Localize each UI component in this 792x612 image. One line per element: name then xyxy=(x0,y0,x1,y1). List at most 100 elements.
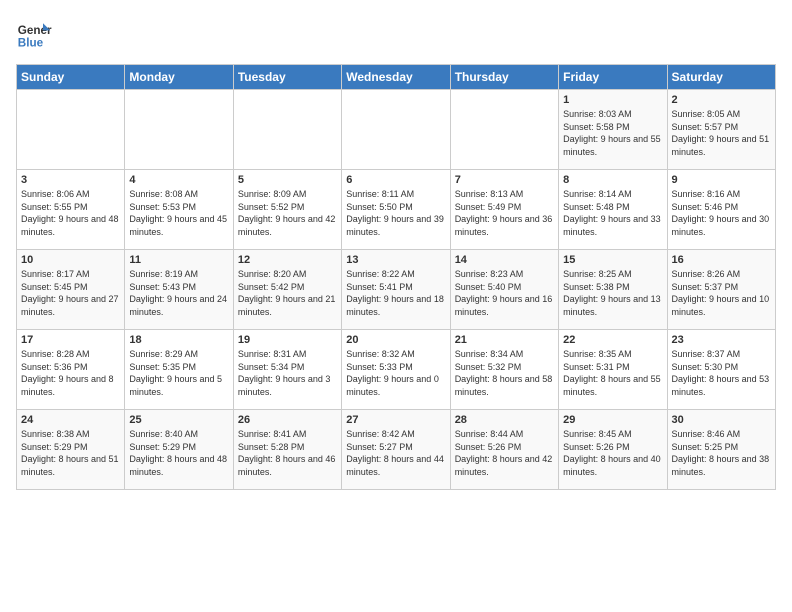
day-number: 26 xyxy=(238,414,337,426)
day-number: 25 xyxy=(129,414,228,426)
calendar-cell: 15Sunrise: 8:25 AM Sunset: 5:38 PM Dayli… xyxy=(559,250,667,330)
page-header: General Blue xyxy=(16,16,776,52)
cell-info: Sunrise: 8:37 AM Sunset: 5:30 PM Dayligh… xyxy=(672,348,771,398)
day-number: 20 xyxy=(346,334,445,346)
weekday-header: Monday xyxy=(125,65,233,90)
calendar-cell: 5 Sunrise: 8:09 AM Sunset: 5:52 PM Daylig… xyxy=(233,170,341,250)
day-number: 12 xyxy=(238,254,337,266)
cell-info: Sunrise: 8:22 AM Sunset: 5:41 PM Dayligh… xyxy=(346,268,445,318)
weekday-header: Thursday xyxy=(450,65,558,90)
calendar-cell: 4 Sunrise: 8:08 AM Sunset: 5:53 PM Daylig… xyxy=(125,170,233,250)
weekday-header: Sunday xyxy=(17,65,125,90)
cell-info: Sunrise: 8:16 AM Sunset: 5:46 PM Dayligh… xyxy=(672,188,771,238)
calendar-cell: 13 Sunrise: 8:22 AM Sunset: 5:41 PM Dayli… xyxy=(342,250,450,330)
day-number: 17 xyxy=(21,334,120,346)
day-number: 30 xyxy=(672,414,771,426)
day-number: 18 xyxy=(129,334,228,346)
logo: General Blue xyxy=(16,16,52,52)
day-number: 22 xyxy=(563,334,662,346)
cell-info: Sunrise: 8:42 AM Sunset: 5:27 PM Dayligh… xyxy=(346,428,445,478)
day-number: 3 xyxy=(21,174,120,186)
cell-info: Sunrise: 8:29 AM Sunset: 5:35 PM Dayligh… xyxy=(129,348,228,398)
cell-info: Sunrise: 8:05 AM Sunset: 5:57 PM Dayligh… xyxy=(672,108,771,158)
svg-text:Blue: Blue xyxy=(18,37,44,50)
calendar-cell: 30 Sunrise: 8:46 AM Sunset: 5:25 PM Dayli… xyxy=(667,410,775,490)
logo-icon: General Blue xyxy=(16,16,52,52)
calendar-cell: 2 Sunrise: 8:05 AM Sunset: 5:57 PM Daylig… xyxy=(667,90,775,170)
day-number: 4 xyxy=(129,174,228,186)
weekday-header: Saturday xyxy=(667,65,775,90)
calendar-cell: 27 Sunrise: 8:42 AM Sunset: 5:27 PM Dayli… xyxy=(342,410,450,490)
day-number: 24 xyxy=(21,414,120,426)
calendar-table: SundayMondayTuesdayWednesdayThursdayFrid… xyxy=(16,64,776,490)
calendar-body: 1 Sunrise: 8:03 AM Sunset: 5:58 PM Daylig… xyxy=(17,90,776,490)
cell-info: Sunrise: 8:11 AM Sunset: 5:50 PM Dayligh… xyxy=(346,188,445,238)
day-number: 5 xyxy=(238,174,337,186)
day-number: 6 xyxy=(346,174,445,186)
calendar-cell: 23 Sunrise: 8:37 AM Sunset: 5:30 PM Dayli… xyxy=(667,330,775,410)
cell-info: Sunrise: 8:31 AM Sunset: 5:34 PM Dayligh… xyxy=(238,348,337,398)
day-number: 16 xyxy=(672,254,771,266)
day-number: 7 xyxy=(455,174,554,186)
calendar-cell xyxy=(342,90,450,170)
calendar-cell: 29Sunrise: 8:45 AM Sunset: 5:26 PM Dayli… xyxy=(559,410,667,490)
calendar-cell: 14 Sunrise: 8:23 AM Sunset: 5:40 PM Dayli… xyxy=(450,250,558,330)
calendar-cell xyxy=(125,90,233,170)
calendar-cell: 1 Sunrise: 8:03 AM Sunset: 5:58 PM Daylig… xyxy=(559,90,667,170)
cell-info: Sunrise: 8:41 AM Sunset: 5:28 PM Dayligh… xyxy=(238,428,337,478)
day-number: 27 xyxy=(346,414,445,426)
calendar-cell: 24 Sunrise: 8:38 AM Sunset: 5:29 PM Dayli… xyxy=(17,410,125,490)
cell-info: Sunrise: 8:46 AM Sunset: 5:25 PM Dayligh… xyxy=(672,428,771,478)
cell-info: Sunrise: 8:19 AM Sunset: 5:43 PM Dayligh… xyxy=(129,268,228,318)
day-number: 9 xyxy=(672,174,771,186)
day-number: 19 xyxy=(238,334,337,346)
cell-info: Sunrise: 8:28 AM Sunset: 5:36 PM Dayligh… xyxy=(21,348,120,398)
calendar-cell: 17 Sunrise: 8:28 AM Sunset: 5:36 PM Dayli… xyxy=(17,330,125,410)
day-number: 13 xyxy=(346,254,445,266)
calendar-cell xyxy=(450,90,558,170)
calendar-cell: 22Sunrise: 8:35 AM Sunset: 5:31 PM Dayli… xyxy=(559,330,667,410)
cell-info: Sunrise: 8:08 AM Sunset: 5:53 PM Dayligh… xyxy=(129,188,228,238)
weekday-header: Friday xyxy=(559,65,667,90)
cell-info: Sunrise: 8:26 AM Sunset: 5:37 PM Dayligh… xyxy=(672,268,771,318)
weekday-header: Wednesday xyxy=(342,65,450,90)
day-number: 8 xyxy=(563,174,662,186)
svg-text:General: General xyxy=(18,24,52,37)
calendar-cell: 11 Sunrise: 8:19 AM Sunset: 5:43 PM Dayli… xyxy=(125,250,233,330)
day-number: 1 xyxy=(563,94,662,106)
calendar-cell xyxy=(233,90,341,170)
day-number: 10 xyxy=(21,254,120,266)
cell-info: Sunrise: 8:40 AM Sunset: 5:29 PM Dayligh… xyxy=(129,428,228,478)
calendar-cell: 28Sunrise: 8:44 AM Sunset: 5:26 PM Dayli… xyxy=(450,410,558,490)
calendar-cell: 6 Sunrise: 8:11 AM Sunset: 5:50 PM Daylig… xyxy=(342,170,450,250)
calendar-cell: 7 Sunrise: 8:13 AM Sunset: 5:49 PM Daylig… xyxy=(450,170,558,250)
calendar-cell: 21 Sunrise: 8:34 AM Sunset: 5:32 PM Dayli… xyxy=(450,330,558,410)
cell-info: Sunrise: 8:34 AM Sunset: 5:32 PM Dayligh… xyxy=(455,348,554,398)
calendar-cell: 3 Sunrise: 8:06 AM Sunset: 5:55 PM Daylig… xyxy=(17,170,125,250)
day-number: 29 xyxy=(563,414,662,426)
calendar-cell: 25 Sunrise: 8:40 AM Sunset: 5:29 PM Dayli… xyxy=(125,410,233,490)
calendar-cell: 10 Sunrise: 8:17 AM Sunset: 5:45 PM Dayli… xyxy=(17,250,125,330)
day-number: 23 xyxy=(672,334,771,346)
day-number: 2 xyxy=(672,94,771,106)
day-number: 15 xyxy=(563,254,662,266)
cell-info: Sunrise: 8:20 AM Sunset: 5:42 PM Dayligh… xyxy=(238,268,337,318)
calendar-cell: 8 Sunrise: 8:14 AM Sunset: 5:48 PM Daylig… xyxy=(559,170,667,250)
calendar-cell: 26 Sunrise: 8:41 AM Sunset: 5:28 PM Dayli… xyxy=(233,410,341,490)
cell-info: Sunrise: 8:03 AM Sunset: 5:58 PM Dayligh… xyxy=(563,108,662,158)
cell-info: Sunrise: 8:13 AM Sunset: 5:49 PM Dayligh… xyxy=(455,188,554,238)
day-number: 28 xyxy=(455,414,554,426)
cell-info: Sunrise: 8:09 AM Sunset: 5:52 PM Dayligh… xyxy=(238,188,337,238)
calendar-cell xyxy=(17,90,125,170)
calendar-cell: 16 Sunrise: 8:26 AM Sunset: 5:37 PM Dayli… xyxy=(667,250,775,330)
day-number: 21 xyxy=(455,334,554,346)
day-number: 14 xyxy=(455,254,554,266)
calendar-cell: 9 Sunrise: 8:16 AM Sunset: 5:46 PM Daylig… xyxy=(667,170,775,250)
calendar-header: SundayMondayTuesdayWednesdayThursdayFrid… xyxy=(17,65,776,90)
day-number: 11 xyxy=(129,254,228,266)
cell-info: Sunrise: 8:06 AM Sunset: 5:55 PM Dayligh… xyxy=(21,188,120,238)
cell-info: Sunrise: 8:17 AM Sunset: 5:45 PM Dayligh… xyxy=(21,268,120,318)
cell-info: Sunrise: 8:14 AM Sunset: 5:48 PM Dayligh… xyxy=(563,188,662,238)
cell-info: Sunrise: 8:23 AM Sunset: 5:40 PM Dayligh… xyxy=(455,268,554,318)
cell-info: Sunrise: 8:38 AM Sunset: 5:29 PM Dayligh… xyxy=(21,428,120,478)
